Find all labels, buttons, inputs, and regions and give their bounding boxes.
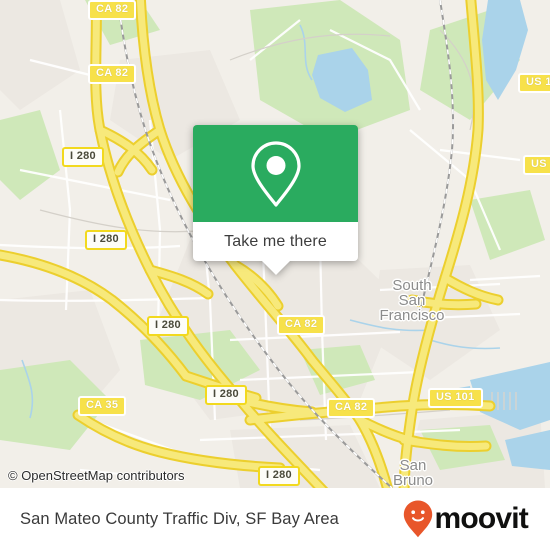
shield-i-280-mid: I 280 [85,230,127,250]
shield-ca-35: CA 35 [78,396,127,416]
shield-ca-82-upper: CA 82 [88,64,137,84]
location-pin-icon [250,140,301,207]
shield-ca-82-north: CA 82 [88,0,137,20]
map-canvas[interactable]: South San Francisco San Bruno CA 82 CA 82 I… [0,0,550,488]
popup-action-row[interactable]: Take me there [193,222,358,261]
location-title: San Mateo County Traffic Div, SF Bay Are… [20,509,339,528]
destination-popup-card[interactable]: Take me there [193,125,358,275]
shield-us-101-upper: US 101 [518,73,550,93]
moovit-wordmark: moovit [434,502,528,535]
shield-ca-82-lower: CA 82 [327,398,376,418]
shield-i-280-left: I 280 [147,316,189,336]
popup-tail [261,261,290,275]
shield-ca-82-center: CA 82 [277,315,326,335]
shield-i-280-bottom: I 280 [258,466,300,486]
shield-us-101-lower: US 101 [428,388,483,408]
popup-header [193,125,358,222]
footer-bar: San Mateo County Traffic Div, SF Bay Are… [0,488,550,550]
shield-i-280-upper: I 280 [62,147,104,167]
moovit-smiley-pin-icon [404,500,433,538]
take-me-there-label: Take me there [224,232,327,250]
moovit-map-screenshot: South San Francisco San Bruno CA 82 CA 82 I… [0,0,550,550]
shield-i-280-lower: I 280 [205,385,247,405]
map-attribution[interactable]: © OpenStreetMap contributors [8,468,185,483]
moovit-logo[interactable]: moovit [403,500,529,538]
shield-us-101-mid: US 101 [523,155,550,175]
